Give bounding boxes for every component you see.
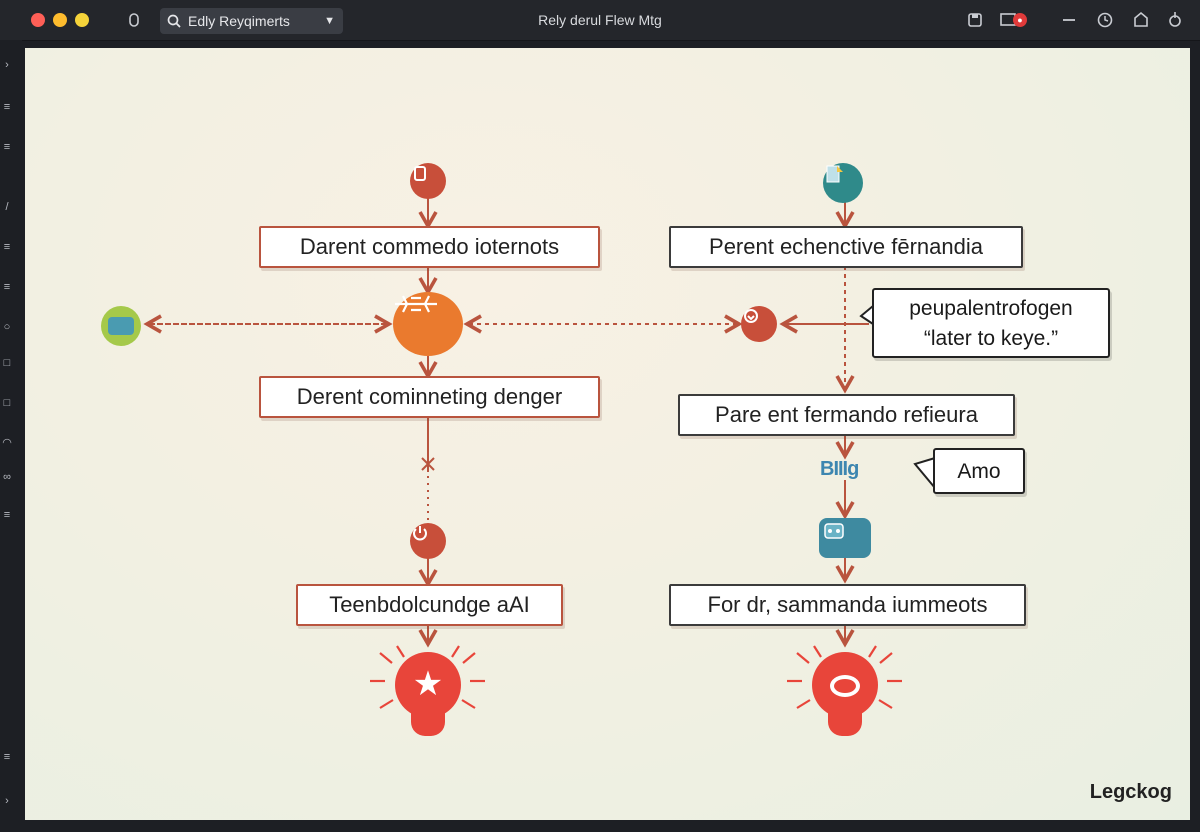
right-node-2-label: Pare ent fermando refieura xyxy=(715,402,978,427)
diagram-canvas[interactable]: Darent commedo ioternots Derent cominnet… xyxy=(25,48,1190,820)
maximize-window-button[interactable] xyxy=(75,13,89,27)
power-icon[interactable] xyxy=(410,523,446,559)
lock-icon[interactable] xyxy=(123,9,145,31)
ruler-icon[interactable]: ≡ xyxy=(0,140,14,154)
square-icon[interactable]: □ xyxy=(0,396,14,410)
search-value: Edly Reyqimerts xyxy=(188,13,290,29)
ruler-icon[interactable]: ≡ xyxy=(0,508,14,522)
mini-label: BIIIg xyxy=(820,458,859,480)
connector-layer xyxy=(143,198,947,709)
clock-icon[interactable] xyxy=(1094,9,1116,31)
cup-icon[interactable] xyxy=(410,163,446,199)
right-node-1[interactable]: Perent echenctive fērnandia xyxy=(669,226,1023,268)
robot-icon[interactable] xyxy=(819,518,871,558)
right-node-1-label: Perent echenctive fērnandia xyxy=(709,234,983,259)
window-title: Rely derul Flew Mtg xyxy=(538,12,662,28)
callout-pointer xyxy=(913,457,936,489)
callout-small-label: Amo xyxy=(957,460,1001,483)
left-node-2-label: Derent cominneting denger xyxy=(296,384,563,409)
chevron-down-icon: ▼ xyxy=(324,15,335,27)
gear-hub-icon[interactable] xyxy=(393,292,463,356)
notification-badge: ● xyxy=(1013,13,1027,27)
callout-line-1: peupalentrofogen xyxy=(909,297,1073,320)
circle-icon[interactable]: ○ xyxy=(0,320,14,334)
chevron-right-icon[interactable]: › xyxy=(0,58,14,72)
link-icon[interactable]: ∞ xyxy=(0,470,14,484)
callout-line-2: “later to keye.” xyxy=(923,327,1059,350)
search-icon xyxy=(167,8,181,43)
chat-bubble-icon[interactable] xyxy=(101,306,141,346)
callout-note[interactable]: peupalentrofogen “later to keye.” xyxy=(872,288,1110,358)
ruler-icon[interactable]: ≡ xyxy=(0,240,14,254)
square-icon[interactable]: □ xyxy=(0,356,14,370)
chevron-right-icon[interactable]: › xyxy=(0,794,14,808)
ruler-icon[interactable]: ≡ xyxy=(0,280,14,294)
left-node-3-label: Teenbdolcundge aAI xyxy=(329,592,530,617)
left-toolbar: › ≡ ≡ / ≡ ≡ ○ □ □ ◠ ∞ ≡ ≡ › xyxy=(0,40,22,832)
minus-icon[interactable] xyxy=(1058,9,1080,31)
watermark-logo: Legckog xyxy=(1089,781,1172,803)
star-bulb-icon[interactable]: ★ xyxy=(395,652,461,738)
left-node-1[interactable]: Darent commedo ioternots xyxy=(259,226,600,268)
ruler-icon[interactable]: ≡ xyxy=(0,100,14,114)
save-icon[interactable] xyxy=(964,9,986,31)
share-icon[interactable] xyxy=(1164,9,1186,31)
arc-icon[interactable]: ◠ xyxy=(0,436,14,450)
title-bar: Edly Reyqimerts ▼ Rely derul Flew Mtg ● xyxy=(0,0,1200,41)
document-icon[interactable] xyxy=(823,163,863,203)
right-node-3[interactable]: For dr, sammanda iummeots xyxy=(669,584,1026,626)
ruler-icon[interactable]: ≡ xyxy=(0,750,14,764)
callout-small[interactable]: Amo xyxy=(933,448,1025,494)
left-node-3[interactable]: Teenbdolcundge aAI xyxy=(296,584,563,626)
pen-icon[interactable]: / xyxy=(0,200,14,214)
target-icon[interactable] xyxy=(741,306,777,342)
record-bulb-icon[interactable] xyxy=(812,652,878,738)
search-dropdown[interactable]: Edly Reyqimerts ▼ xyxy=(160,8,343,34)
minimize-window-button[interactable] xyxy=(53,13,67,27)
right-node-3-label: For dr, sammanda iummeots xyxy=(707,592,988,617)
home-icon[interactable] xyxy=(1130,9,1152,31)
app-window: Edly Reyqimerts ▼ Rely derul Flew Mtg ● … xyxy=(0,0,1200,832)
close-window-button[interactable] xyxy=(31,13,45,27)
left-node-2[interactable]: Derent cominneting denger xyxy=(259,376,600,418)
left-node-1-label: Darent commedo ioternots xyxy=(299,234,560,259)
right-node-2[interactable]: Pare ent fermando refieura xyxy=(678,394,1015,436)
